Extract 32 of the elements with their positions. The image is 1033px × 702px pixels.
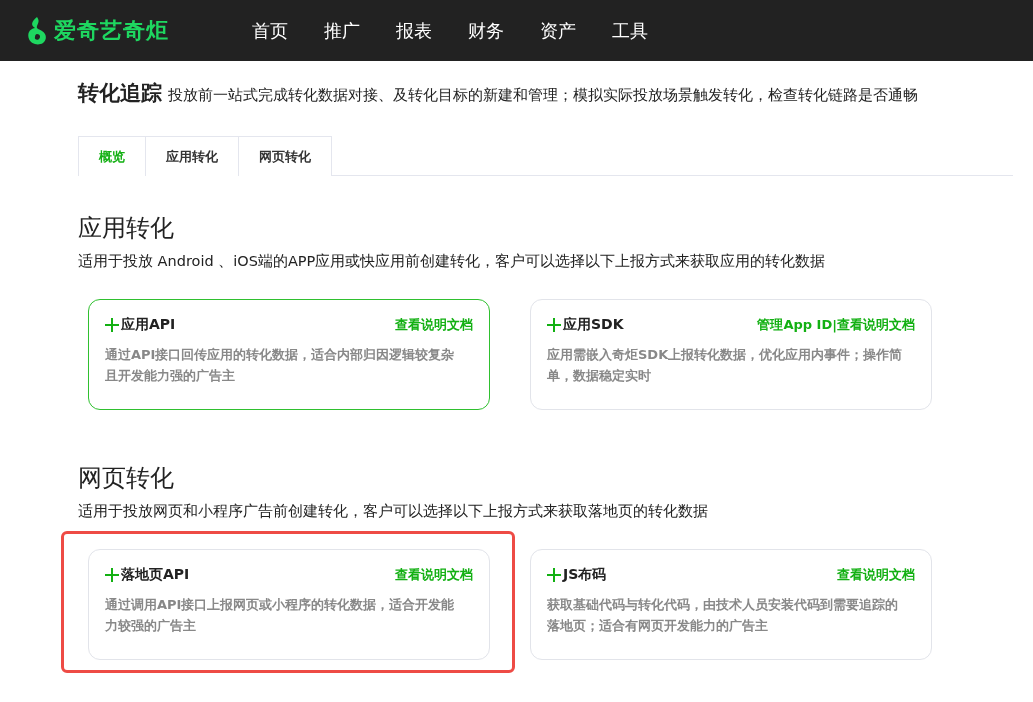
section-heading: 应用转化 <box>78 213 174 244</box>
option-card[interactable]: JS布码 查看说明文档 获取基础代码与转化代码，由技术人员安装代码到需要追踪的落地页；适合有网页开发能力的广告主 <box>530 549 932 660</box>
section-description: 适用于投放 Android 、iOS端的APP应用或快应用前创建转化，客户可以选择以下上报方式来获取应用的转化数据 <box>78 252 827 271</box>
card-description: 获取基础代码与转化代码，由技术人员安装代码到需要追踪的落地页；适合有网页开发能力的广告主 <box>547 596 899 635</box>
nav-link[interactable]: 工具 <box>612 14 648 47</box>
nav-link[interactable]: 资产 <box>540 14 576 47</box>
section-description: 适用于投放网页和小程序广告前创建转化，客户可以选择以下上报方式来获取落地页的转化数据 <box>78 502 709 521</box>
plus-icon <box>547 568 561 582</box>
card-description: 通过调用API接口上报网页或小程序的转化数据，适合开发能力较强的广告主 <box>105 596 456 635</box>
option-card[interactable]: 落地页API 查看说明文档 通过调用API接口上报网页或小程序的转化数据，适合开发能力较强的广告主 <box>88 549 490 660</box>
plus-icon <box>105 568 119 582</box>
plus-icon <box>547 318 561 332</box>
link-separator: | <box>832 317 837 333</box>
card-title: 应用API <box>121 316 176 334</box>
nav-link[interactable]: 报表 <box>396 14 432 47</box>
tab[interactable]: 网页转化 <box>239 136 332 176</box>
brand-name: 爱奇艺奇炬 <box>54 16 169 45</box>
nav-link[interactable]: 推广 <box>324 14 360 47</box>
card-title: 落地页API <box>121 566 190 584</box>
card-title: JS布码 <box>563 566 607 584</box>
plus-icon <box>105 318 119 332</box>
option-card[interactable]: 应用API 查看说明文档 通过API接口回传应用的转化数据，适合内部归因逻辑较复杂且开发能力强的广告主 <box>88 299 490 410</box>
tab[interactable]: 应用转化 <box>146 136 239 176</box>
card-description: 通过API接口回传应用的转化数据，适合内部归因逻辑较复杂且开发能力强的广告主 <box>105 346 456 385</box>
flame-logo-icon <box>26 15 48 46</box>
nav-link[interactable]: 首页 <box>252 14 288 47</box>
nav-link[interactable]: 财务 <box>468 14 504 47</box>
card-title: 应用SDK <box>563 316 624 334</box>
section-heading: 网页转化 <box>78 463 174 494</box>
card-description: 应用需嵌入奇炬SDK上报转化数据，优化应用内事件；操作简单，数据稳定实时 <box>547 346 904 385</box>
page-subtitle: 投放前一站式完成转化数据对接、及转化目标的新建和管理；模拟实际投放场景触发转化，检查转化链路是否通畅 <box>168 86 918 105</box>
page-title: 转化追踪 <box>78 80 162 107</box>
